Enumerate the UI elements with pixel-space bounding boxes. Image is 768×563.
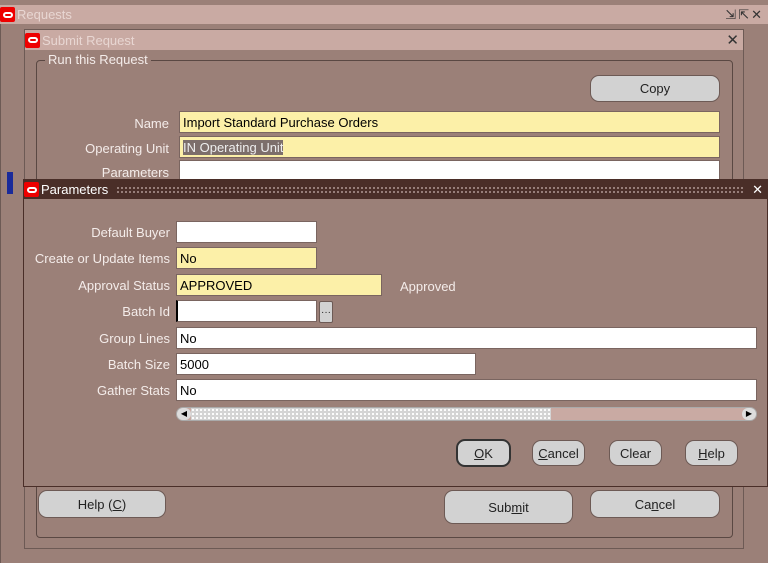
name-field[interactable]: Import Standard Purchase Orders xyxy=(179,111,720,133)
parameters-window: Parameters ✕ Default Buyer Create or Upda… xyxy=(23,179,768,487)
approval-status-description: Approved xyxy=(400,279,456,294)
cancel-submit-button[interactable]: Ca n cel xyxy=(590,490,720,518)
scroll-right-arrow[interactable]: ▶ xyxy=(742,408,756,420)
submit-key: m xyxy=(511,499,523,515)
help-post: elp xyxy=(707,445,725,461)
close-icon[interactable]: ✕ xyxy=(751,7,764,22)
submit-titlebar: Submit Request ✕ xyxy=(25,30,743,50)
param-label: Batch Id xyxy=(122,304,170,320)
group-label: Run this Request xyxy=(45,52,151,67)
param-field[interactable]: APPROVED xyxy=(176,273,382,296)
submit-pre: Sub xyxy=(488,499,512,515)
param-label: Approval Status xyxy=(78,277,170,293)
scroll-thumb[interactable] xyxy=(191,408,551,420)
parameters-label: Parameters xyxy=(101,165,169,180)
horizontal-scrollbar[interactable]: ◀ ▶ xyxy=(176,407,757,421)
cancel-post: cel xyxy=(658,496,676,512)
param-field[interactable]: No xyxy=(176,379,757,402)
scroll-left-arrow[interactable]: ◀ xyxy=(177,408,191,420)
param-field[interactable]: No xyxy=(176,247,317,270)
parameters-titlebar: Parameters ✕ xyxy=(24,180,767,199)
ok-key: O xyxy=(474,445,485,461)
help-post: ) xyxy=(121,496,127,512)
cancel-key: C xyxy=(538,445,548,461)
param-label: Group Lines xyxy=(99,330,170,346)
batch-id-lov-button[interactable]: ··· xyxy=(319,301,333,323)
oracle-logo-icon xyxy=(25,32,40,48)
help-key: H xyxy=(698,445,708,461)
param-field[interactable]: No xyxy=(176,326,757,349)
operating-unit-field[interactable]: IN Operating Unit xyxy=(179,136,720,158)
cancel-pre: Ca xyxy=(634,496,652,512)
cancel-button[interactable]: Cancel xyxy=(532,440,585,466)
submit-button[interactable]: Sub m it xyxy=(444,490,573,524)
param-label: Gather Stats xyxy=(97,383,170,399)
maximize-icon[interactable]: ⇱ xyxy=(738,7,751,22)
cancel-key: n xyxy=(651,496,659,512)
requests-title: Requests xyxy=(17,7,72,22)
operating-unit-label: Operating Unit xyxy=(85,141,169,156)
background-tab-indicator xyxy=(7,172,13,194)
help-button[interactable]: Help xyxy=(685,440,738,466)
param-label: Default Buyer xyxy=(91,225,170,240)
submit-title: Submit Request xyxy=(42,32,135,48)
param-label: Create or Update Items xyxy=(34,251,170,267)
clear-button[interactable]: Clear xyxy=(609,440,662,466)
param-label: Batch Size xyxy=(107,357,170,372)
window-controls[interactable]: ⇲⇱✕ xyxy=(725,7,768,23)
close-icon[interactable]: ✕ xyxy=(752,182,767,198)
requests-titlebar: Requests ⇲⇱✕ xyxy=(0,5,768,24)
help-pre: Help ( xyxy=(77,496,113,512)
parameters-title: Parameters xyxy=(41,182,109,197)
close-icon[interactable]: ✕ xyxy=(726,31,743,49)
ok-post: K xyxy=(484,445,493,461)
param-field[interactable]: 5000 xyxy=(176,353,476,375)
name-label: Name xyxy=(134,116,169,131)
ok-button[interactable]: OK xyxy=(456,439,511,467)
operating-unit-value: IN Operating Unit xyxy=(183,140,284,155)
help-button[interactable]: Help (C) xyxy=(38,490,166,518)
copy-button[interactable]: Copy xyxy=(590,75,720,102)
submit-post: it xyxy=(522,499,529,515)
help-key: C xyxy=(112,496,122,512)
param-field[interactable] xyxy=(176,221,317,243)
param-field[interactable] xyxy=(176,300,317,323)
cancel-post: ancel xyxy=(547,445,579,461)
oracle-logo-icon xyxy=(24,182,39,197)
oracle-logo-icon xyxy=(0,7,15,22)
minimize-icon[interactable]: ⇲ xyxy=(725,7,738,22)
